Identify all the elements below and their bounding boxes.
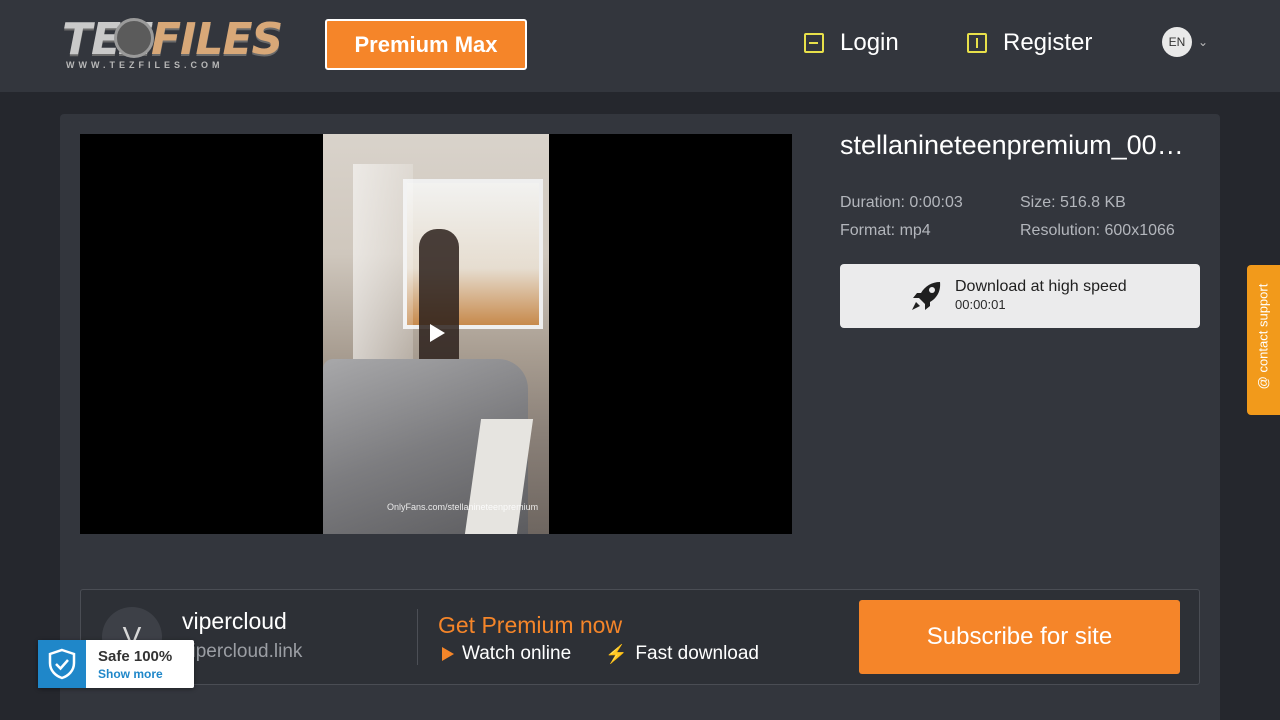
file-duration: Duration: 0:00:03 <box>840 194 963 211</box>
lightning-icon: ⚡ <box>605 643 628 664</box>
login-link[interactable]: Login <box>804 26 899 60</box>
video-player[interactable]: OnlyFans.com/stellanineteenpremium <box>80 134 792 534</box>
premium-banner: V vipercloud vipercloud.link Get Premium… <box>80 589 1200 685</box>
rocket-icon <box>912 282 941 310</box>
language-code: EN <box>1162 27 1192 57</box>
site-logo[interactable]: TEZFILES WWW.TEZFILES.COM <box>62 14 283 74</box>
banner-divider <box>417 609 418 665</box>
file-resolution: Resolution: 600x1066 <box>1020 222 1175 239</box>
safe-badge-title: Safe 100% <box>98 648 173 665</box>
login-arrow-icon <box>804 33 824 53</box>
feature-watch-label: Watch online <box>462 643 572 664</box>
video-watermark: OnlyFans.com/stellanineteenpremium <box>387 502 539 512</box>
contact-support-label: @ contact support <box>1255 283 1271 390</box>
play-triangle-icon <box>442 647 454 661</box>
feature-watch-online: Watch online <box>442 643 571 665</box>
video-curtain <box>353 164 413 364</box>
file-format: Format: mp4 <box>840 222 931 239</box>
upload-arrow-icon <box>967 33 987 53</box>
language-selector[interactable]: EN ⌄ <box>1162 27 1212 57</box>
download-label: Download at high speed <box>955 278 1127 295</box>
shield-check-icon <box>38 640 86 688</box>
safe-badge[interactable]: Safe 100% Show more <box>38 640 194 688</box>
logo-wordmark: TEZFILES <box>62 14 283 65</box>
download-timer: 00:00:01 <box>955 297 1006 312</box>
register-link[interactable]: Register <box>967 26 1092 60</box>
login-label: Login <box>840 29 899 56</box>
chevron-down-icon: ⌄ <box>1198 35 1209 49</box>
register-label: Register <box>1003 29 1093 56</box>
site-name: vipercloud <box>182 608 287 634</box>
logo-url: WWW.TEZFILES.COM <box>66 60 224 70</box>
contact-support-tab[interactable]: @ contact support <box>1247 265 1280 415</box>
feature-fast-label: Fast download <box>635 643 759 664</box>
subscribe-button[interactable]: Subscribe for site <box>859 600 1180 674</box>
play-icon[interactable] <box>430 324 445 342</box>
file-size: Size: 516.8 KB <box>1020 194 1126 211</box>
get-premium-heading: Get Premium now <box>438 612 623 638</box>
file-title: stellanineteenpremium_00… <box>840 130 1184 160</box>
feature-fast-download: ⚡ Fast download <box>605 643 759 665</box>
share-icon <box>114 18 154 58</box>
site-link[interactable]: vipercloud.link <box>182 641 302 663</box>
premium-max-button[interactable]: Premium Max <box>325 19 527 70</box>
download-high-speed-button[interactable]: Download at high speed 00:00:01 <box>840 264 1200 328</box>
safe-badge-show-more[interactable]: Show more <box>98 667 163 681</box>
site-header: TEZFILES WWW.TEZFILES.COM Premium Max Lo… <box>0 0 1280 92</box>
